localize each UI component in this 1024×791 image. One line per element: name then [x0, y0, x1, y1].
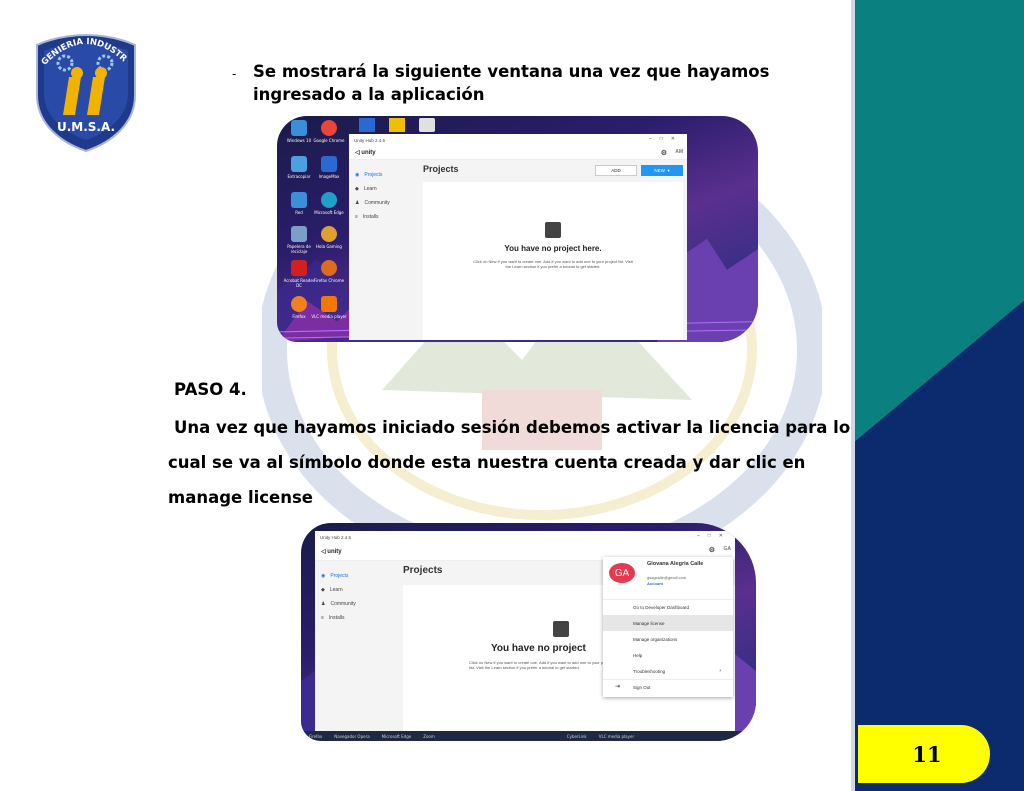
sign-out-icon: ⇥	[615, 684, 621, 690]
taskbar-item-vlc[interactable]: VLC media player	[599, 734, 634, 739]
unity-logo-icon: ◁	[321, 549, 326, 555]
window-controls[interactable]: –□✕	[649, 136, 683, 142]
add-button[interactable]: ADD	[595, 165, 637, 176]
desktop-icon-hola[interactable]: Hola Gaming	[311, 226, 347, 249]
sidebar-item-community[interactable]: ♟ Community	[315, 597, 393, 611]
sidebar-item-learn[interactable]: ◆ Learn	[315, 583, 393, 597]
window-title: Unity Hub 2.4.5	[354, 137, 386, 143]
installs-icon: ≡	[355, 214, 358, 220]
projects-icon: ◉	[355, 172, 360, 178]
new-button[interactable]: NEW ▾	[641, 165, 683, 176]
hub-main: Projects ADD NEW ▾ You have no project h…	[413, 160, 687, 340]
desktop-icon-edge[interactable]: Microsoft Edge	[311, 192, 347, 215]
hub-sidebar: ◉ Projects ◆ Learn ♟ Community ≡ Installs	[349, 160, 413, 340]
sidebar-item-projects[interactable]: ◉ Projects	[349, 168, 413, 182]
window-titlebar: Unity Hub 2.4.5 –□✕	[349, 134, 687, 146]
unity-hub-window: Unity Hub 2.4.5 –□✕ ◁ unity ⚙ AM ◉ Projec…	[349, 134, 687, 340]
logo-name: U.M.S.A.	[57, 120, 115, 134]
sidebar-item-installs[interactable]: ≡ Installs	[315, 611, 393, 625]
window-titlebar: Unity Hub 2.4.5 –□✕	[315, 531, 735, 543]
projects-icon: ◉	[321, 573, 326, 579]
brand-name: unity	[361, 149, 376, 156]
chevron-down-icon: ▾	[667, 167, 670, 173]
intro-bullet: -	[232, 67, 237, 81]
hub-sidebar: ◉ Projects ◆ Learn ♟ Community ≡ Installs	[315, 561, 393, 737]
windows-taskbar: Firefox Navegador Opera Microsoft Edge Z…	[301, 731, 756, 741]
step-heading: PASO 4.	[174, 380, 247, 399]
window-controls[interactable]: –□✕	[697, 533, 731, 539]
account-link[interactable]: Account	[647, 581, 663, 586]
empty-projects-panel: You have no project here. Click on New i…	[423, 182, 683, 340]
account-avatar[interactable]: GA	[724, 546, 732, 552]
user-email: gsagcalle@gmail.com	[647, 575, 687, 580]
community-icon: ♟	[355, 200, 360, 206]
sidebar-item-installs[interactable]: ≡ Installs	[349, 210, 413, 224]
chevron-right-icon: ›	[719, 668, 721, 674]
cube-icon	[545, 222, 561, 238]
hub-body: ◉ Projects ◆ Learn ♟ Community ≡ Installs Pr…	[349, 160, 687, 340]
step-description: Una vez que hayamos iniciado sesión debe…	[168, 410, 851, 515]
page-number: 11	[912, 741, 942, 767]
brand-name: unity	[327, 548, 342, 555]
account-dropdown-menu: GA Giovana Alegria Calle gsagcalle@gmail…	[603, 557, 733, 697]
sidebar-item-learn[interactable]: ◆ Learn	[349, 182, 413, 196]
menu-item-sign-out[interactable]: Sign Out	[603, 679, 733, 695]
step-line-2: cual se va al símbolo donde esta nuestra…	[168, 453, 806, 472]
taskbar-item-firefox[interactable]: Firefox	[309, 734, 322, 739]
user-name: Giovana Alegria Calle	[647, 561, 704, 567]
user-avatar: GA	[609, 563, 635, 583]
window-title: Unity Hub 2.4.5	[320, 534, 352, 540]
projects-heading: Projects	[423, 164, 459, 174]
desktop-icon-imagemax[interactable]: ImageMax	[311, 156, 347, 179]
menu-item-help[interactable]: Help	[603, 647, 733, 663]
taskbar-item-zoom[interactable]: Zoom	[423, 734, 435, 739]
taskbar-item-edge[interactable]: Microsoft Edge	[382, 734, 412, 739]
side-band-divider	[851, 0, 855, 791]
account-avatar[interactable]: AM	[675, 149, 683, 155]
installs-icon: ≡	[321, 615, 324, 621]
community-icon: ♟	[321, 601, 326, 607]
intro-text: Se mostrará la siguiente ventana una vez…	[253, 62, 770, 104]
menu-item-manage-license[interactable]: Manage license	[603, 615, 733, 631]
unity-hub-window: Unity Hub 2.4.5 –□✕ ◁ unity ⚙ GA ◉ Projec…	[315, 531, 735, 737]
page-number-badge: 11	[858, 725, 990, 783]
learn-icon: ◆	[355, 186, 359, 192]
menu-item-developer-dashboard[interactable]: Go to Developer Dashboard	[603, 599, 733, 615]
empty-description: Click on New if you want to create one. …	[473, 259, 633, 269]
step-line-1: Una vez que hayamos iniciado sesión debe…	[174, 418, 851, 437]
gear-icon[interactable]: ⚙	[709, 546, 715, 554]
menu-item-manage-organizations[interactable]: Manage organizations	[603, 631, 733, 647]
unity-logo-icon: ◁	[355, 150, 360, 156]
desktop-icon-chrome[interactable]: Google Chrome	[311, 120, 347, 143]
projects-heading: Projects	[403, 565, 443, 576]
taskbar-app-icon[interactable]	[359, 118, 375, 132]
sidebar-item-projects[interactable]: ◉ Projects	[315, 569, 393, 583]
ingenieria-industrial-logo: INGENIERIA INDUSTRIAL U.M.S.A.	[35, 33, 136, 153]
gear-icon[interactable]: ⚙	[661, 149, 667, 157]
desktop-icon-firefox-chrome[interactable]: Firefox Chrome	[311, 260, 347, 283]
taskbar-app-icon[interactable]	[389, 118, 405, 132]
unity-hub-shortcut-icon[interactable]	[419, 118, 435, 132]
taskbar-item-cyberlink[interactable]: CyberLink	[567, 734, 587, 739]
step-line-3: manage license	[168, 488, 313, 507]
sidebar-item-community[interactable]: ♟ Community	[349, 196, 413, 210]
menu-item-troubleshooting[interactable]: Troubleshooting	[603, 663, 733, 679]
desktop-icon-vlc[interactable]: VLC media player	[311, 296, 347, 319]
empty-title: You have no project here.	[504, 244, 602, 253]
hub-header: ◁ unity ⚙ AM	[349, 146, 687, 160]
cube-icon	[553, 621, 569, 637]
learn-icon: ◆	[321, 587, 325, 593]
screenshot-unity-hub-account-menu: Unity Hub 2.4.5 –□✕ ◁ unity ⚙ GA ◉ Projec…	[301, 523, 756, 741]
screenshot-unity-hub-projects: Windows 10 Google Chrome Extracopiar Ima…	[277, 116, 758, 342]
taskbar-item-opera[interactable]: Navegador Opera	[334, 734, 369, 739]
